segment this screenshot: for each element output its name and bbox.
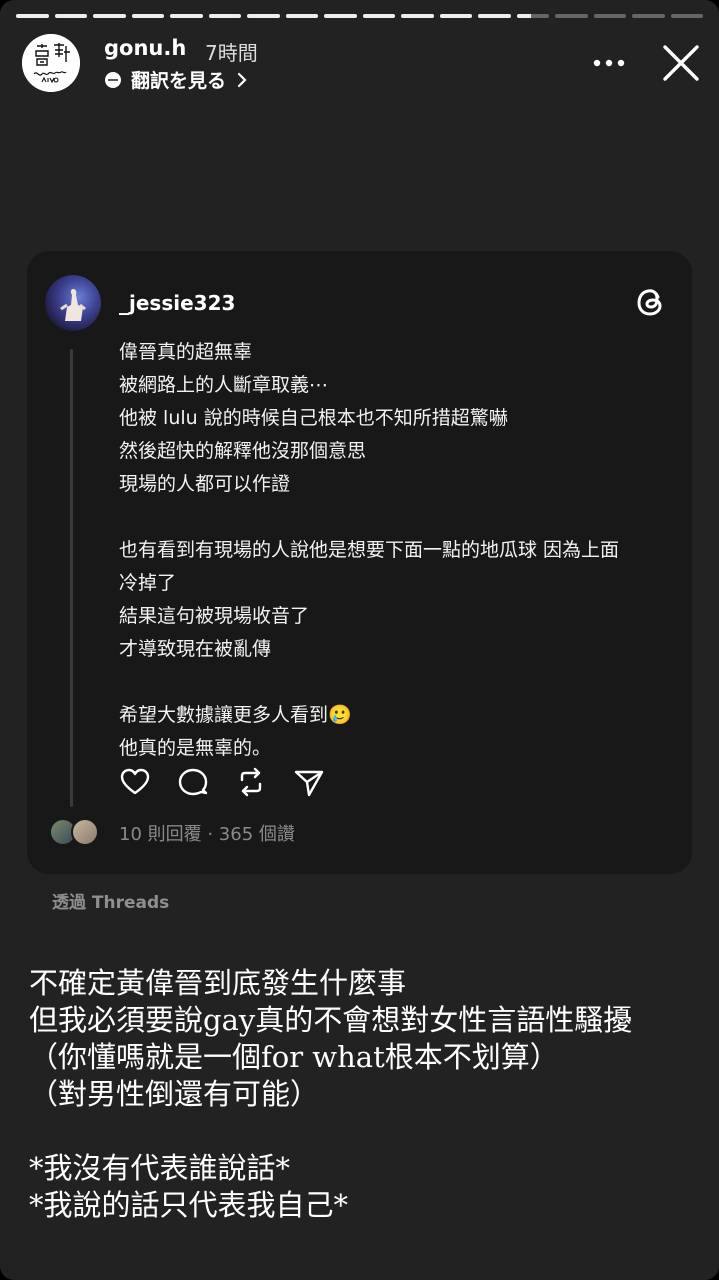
caption-line: *我說的話只代表我自己* bbox=[29, 1188, 349, 1222]
repost-icon[interactable] bbox=[235, 766, 267, 798]
post-body: 偉晉真的超無辜 被網路上的人斷章取義⋯ 他被 lulu 說的時候自己根本也不知所… bbox=[119, 336, 664, 765]
story-viewer[interactable]: gonu.h 7時間 翻訳を見る _jessie323 偉晉真的超無辜 被網路上… bbox=[0, 0, 719, 1280]
progress-segment bbox=[555, 14, 588, 18]
heart-icon[interactable] bbox=[119, 766, 151, 798]
progress-segment bbox=[516, 14, 549, 18]
progress-segment bbox=[439, 14, 472, 18]
progress-segment bbox=[131, 14, 164, 18]
post-line: 他真的是無辜的。 bbox=[119, 737, 272, 759]
story-timestamp: 7時間 bbox=[205, 41, 258, 65]
translate-icon bbox=[105, 71, 121, 88]
threads-post-card[interactable]: _jessie323 偉晉真的超無辜 被網路上的人斷章取義⋯ 他被 lulu 說… bbox=[27, 251, 692, 874]
post-author-avatar[interactable] bbox=[45, 275, 101, 331]
progress-segment bbox=[208, 14, 241, 18]
via-threads-label[interactable]: 透過 Threads bbox=[52, 888, 169, 913]
progress-segment bbox=[324, 14, 357, 18]
progress-segment bbox=[93, 14, 126, 18]
see-translation-button[interactable]: 翻訳を見る bbox=[104, 66, 248, 93]
post-stats[interactable]: 10 則回覆 · 365 個讚 bbox=[119, 820, 295, 846]
post-line: 才導致現在被亂傳 bbox=[119, 638, 272, 660]
story-progress-bar bbox=[16, 14, 703, 18]
story-caption: 不確定黃偉晉到底發生什麼事 但我必須要說gay真的不會想對女性言語性騷擾 （你懂… bbox=[29, 965, 632, 1224]
close-icon[interactable] bbox=[662, 44, 700, 82]
post-author-username[interactable]: _jessie323 bbox=[119, 291, 235, 315]
threads-logo-icon[interactable] bbox=[634, 285, 668, 319]
caption-line: （你懂嗎就是一個for what根本不划算） bbox=[29, 1040, 559, 1074]
post-line: 也有看到有現場的人說他是想要下面一點的地瓜球 因為上面 bbox=[119, 539, 620, 561]
caption-line: 但我必須要說gay真的不會想對女性言語性騷擾 bbox=[29, 1003, 633, 1037]
chevron-right-icon bbox=[237, 72, 247, 87]
caption-line: 不確定黃偉晉到底發生什麼事 bbox=[29, 966, 407, 1000]
story-username[interactable]: gonu.h bbox=[104, 36, 186, 60]
comment-icon[interactable] bbox=[177, 766, 209, 798]
progress-segment bbox=[593, 14, 626, 18]
progress-segment bbox=[401, 14, 434, 18]
progress-segment bbox=[16, 14, 49, 18]
progress-segment bbox=[247, 14, 280, 18]
post-line: 被網路上的人斷章取義⋯ bbox=[119, 374, 329, 396]
progress-segment bbox=[362, 14, 395, 18]
thread-connector-line bbox=[70, 349, 73, 807]
post-line: 然後超快的解釋他沒那個意思 bbox=[119, 440, 367, 462]
post-line: 偉晉真的超無辜 bbox=[119, 341, 253, 363]
caption-line: *我沒有代表誰說話* bbox=[29, 1151, 291, 1185]
progress-segment bbox=[632, 14, 665, 18]
profile-avatar[interactable] bbox=[22, 34, 80, 92]
progress-segment bbox=[54, 14, 87, 18]
see-translation-label: 翻訳を見る bbox=[131, 70, 227, 92]
post-line bbox=[119, 666, 664, 699]
caption-line: （對男性倒還有可能） bbox=[29, 1077, 320, 1111]
progress-segment bbox=[478, 14, 511, 18]
post-line: 希望大數據讓更多人看到🥲 bbox=[119, 704, 352, 726]
post-actions bbox=[119, 766, 325, 798]
progress-segment bbox=[285, 14, 318, 18]
reply-avatars bbox=[49, 818, 99, 846]
post-line: 他被 lulu 說的時候自己根本也不知所措超驚嚇 bbox=[119, 407, 508, 429]
post-line bbox=[119, 501, 664, 534]
share-icon[interactable] bbox=[293, 766, 325, 798]
reply-avatar bbox=[71, 818, 99, 846]
progress-segment bbox=[170, 14, 203, 18]
post-line: 現場的人都可以作證 bbox=[119, 473, 291, 495]
post-line: 結果這句被現場收音了 bbox=[119, 605, 310, 627]
more-options-icon[interactable] bbox=[592, 58, 626, 68]
progress-segment bbox=[670, 14, 703, 18]
caption-line bbox=[29, 1113, 632, 1150]
post-line: 冷掉了 bbox=[119, 572, 177, 594]
